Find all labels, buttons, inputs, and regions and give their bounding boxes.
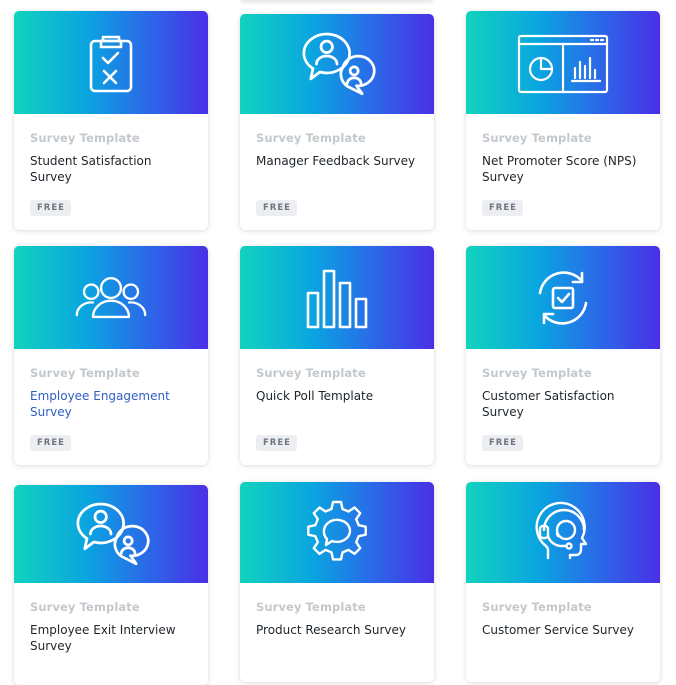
card-hero <box>466 482 660 583</box>
card-title[interactable]: Product Research Survey <box>256 622 422 638</box>
chat-bubbles-users-icon <box>76 502 150 566</box>
template-card-customer-satisfaction[interactable]: Survey Template Customer Satisfaction Su… <box>466 246 660 465</box>
dashboard-chart-icon <box>517 34 609 93</box>
card-hero <box>240 14 434 114</box>
card-category: Survey Template <box>256 600 366 614</box>
card-category: Survey Template <box>30 366 140 380</box>
card-hero <box>14 11 208 114</box>
card-title[interactable]: Manager Feedback Survey <box>256 153 422 169</box>
template-card-employee-engagement[interactable]: Survey Template Employee Engagement Surv… <box>14 246 208 465</box>
card-hero <box>14 485 208 583</box>
card-hero <box>466 246 660 349</box>
free-badge: FREE <box>482 435 523 451</box>
template-card-employee-exit[interactable]: Survey Template Employee Exit Interview … <box>14 485 208 685</box>
free-badge: FREE <box>482 200 523 216</box>
gear-speech-icon <box>307 500 367 561</box>
template-card-customer-service[interactable]: Survey Template Customer Service Survey <box>466 482 660 682</box>
template-card-product-research[interactable]: Survey Template Product Research Survey <box>240 482 434 682</box>
template-card-nps[interactable]: Survey Template Net Promoter Score (NPS)… <box>466 11 660 230</box>
card-category: Survey Template <box>256 366 366 380</box>
free-badge: FREE <box>30 435 71 451</box>
chat-bubbles-users-icon <box>302 32 376 96</box>
card-title[interactable]: Employee Exit Interview Survey <box>30 622 196 654</box>
card-category: Survey Template <box>482 131 592 145</box>
card-title[interactable]: Employee Engagement Survey <box>30 388 196 420</box>
bar-chart-icon <box>306 269 368 328</box>
clipboard-checklist-icon <box>89 35 133 92</box>
card-category: Survey Template <box>30 600 140 614</box>
card-hero <box>240 482 434 583</box>
user-group-icon <box>75 276 147 318</box>
free-badge: FREE <box>30 200 71 216</box>
card-category: Survey Template <box>482 600 592 614</box>
card-title[interactable]: Customer Satisfaction Survey <box>482 388 648 420</box>
card-hero <box>466 11 660 114</box>
card-title[interactable]: Customer Service Survey <box>482 622 648 638</box>
card-title[interactable]: Student Satisfaction Survey <box>30 153 196 185</box>
free-badge: FREE <box>256 200 297 216</box>
free-badge: FREE <box>256 435 297 451</box>
template-card-manager-feedback[interactable]: Survey Template Manager Feedback Survey … <box>240 14 434 230</box>
card-category: Survey Template <box>256 131 366 145</box>
template-card-quick-poll[interactable]: Survey Template Quick Poll Template FREE <box>240 246 434 465</box>
refresh-checkbox-icon <box>538 270 588 325</box>
card-category: Survey Template <box>30 131 140 145</box>
card-title[interactable]: Quick Poll Template <box>256 388 422 404</box>
card-title[interactable]: Net Promoter Score (NPS) Survey <box>482 153 648 185</box>
card-category: Survey Template <box>482 366 592 380</box>
template-card-student-satisfaction[interactable]: Survey Template Student Satisfaction Sur… <box>14 11 208 230</box>
card-hero <box>240 246 434 349</box>
headset-agent-icon <box>535 501 588 559</box>
card-hero <box>14 246 208 349</box>
